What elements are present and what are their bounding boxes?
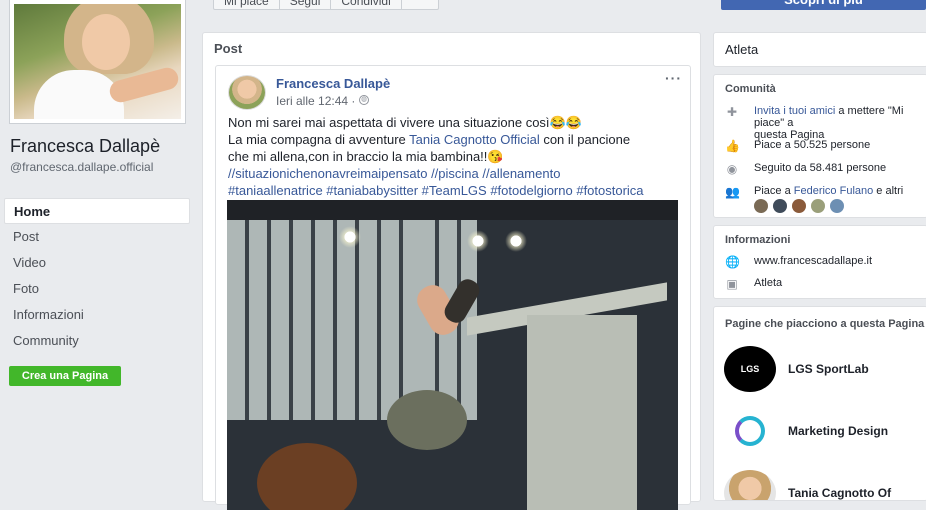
- post-line-text: con il pancione: [539, 132, 631, 147]
- profile-picture[interactable]: [9, 0, 186, 124]
- avatar[interactable]: [773, 199, 787, 213]
- post-line: che mi allena,con in braccio la mia bamb…: [228, 149, 504, 164]
- community-title[interactable]: Comunità: [725, 83, 776, 95]
- posts-section: Post Francesca Dallapè Ieri alle 12:44 ·…: [202, 32, 701, 510]
- globe-icon: ◍: [359, 95, 369, 105]
- avatar[interactable]: [811, 199, 825, 213]
- liked-page-item[interactable]: LGS LGS SportLab: [724, 346, 926, 392]
- page-nav: Home Post Video Foto Informazioni Commun…: [4, 198, 190, 354]
- category-row: ▣ Atleta: [725, 277, 926, 291]
- discover-more-button[interactable]: Scopri di più: [721, 0, 926, 10]
- liked-pages-title[interactable]: Pagine che piacciono a questa Pagina: [725, 318, 924, 330]
- friend-link[interactable]: Federico Fulano: [794, 185, 874, 197]
- friends-prefix: Piace a: [754, 185, 794, 197]
- avatar[interactable]: [830, 199, 844, 213]
- liked-pages-box: Pagine che piacciono a questa Pagina LGS…: [713, 306, 926, 501]
- nav-home[interactable]: Home: [4, 198, 190, 224]
- left-column: Francesca Dallapè @francesca.dallape.off…: [0, 0, 198, 495]
- diving-tower: [527, 315, 637, 510]
- page-handle[interactable]: @francesca.dallape.official: [10, 160, 190, 174]
- nav-community[interactable]: Community: [4, 328, 190, 354]
- invite-link[interactable]: Invita i tuoi amici: [754, 105, 835, 117]
- liked-page-name[interactable]: Marketing Design: [788, 424, 888, 438]
- post-card: Francesca Dallapè Ieri alle 12:44 · ◍ ··…: [215, 65, 691, 510]
- hashtag-links[interactable]: #taniaallenatrice #taniababysitter #Team…: [228, 182, 683, 199]
- thumbs-up-icon: 👍: [725, 139, 740, 153]
- community-box: Comunità ✚ Invita i tuoi amici a mettere…: [713, 74, 926, 218]
- followers-row: ◉ Seguito da 58.481 persone: [725, 162, 926, 176]
- liked-page-name[interactable]: LGS SportLab: [788, 362, 869, 376]
- mention-link[interactable]: Tania Cagnotto Official: [409, 132, 540, 147]
- author-avatar[interactable]: [228, 75, 266, 110]
- liked-page-name[interactable]: Tania Cagnotto Of: [788, 486, 891, 500]
- share-button[interactable]: Condividi: [331, 0, 402, 9]
- invite-text: Invita i tuoi amici a mettere "Mi piace"…: [754, 105, 926, 141]
- section-title: Post: [214, 41, 243, 56]
- profile-photo: [14, 4, 181, 119]
- category-icon: ▣: [726, 277, 738, 291]
- info-box: Informazioni 🌐 www.francescadallape.it ▣…: [713, 225, 926, 299]
- post-line: Non mi sarei mai aspettata di vivere una…: [228, 115, 582, 130]
- post-author[interactable]: Francesca Dallapè: [276, 76, 390, 91]
- post-photo[interactable]: [227, 200, 678, 510]
- nav-info[interactable]: Informazioni: [4, 302, 190, 328]
- create-page-button[interactable]: Crea una Pagina: [9, 366, 121, 386]
- post-line: La mia compagna di avventure Tania Cagno…: [228, 131, 683, 148]
- follow-button[interactable]: Segui: [280, 0, 332, 9]
- page-name: Francesca Dallapè: [10, 136, 161, 156]
- page-action-bar: Mi piace Segui Condividi: [213, 0, 439, 10]
- nav-photos[interactable]: Foto: [4, 276, 190, 302]
- liked-page-item[interactable]: Marketing Design: [724, 408, 926, 454]
- category-box: Atleta: [713, 32, 926, 67]
- nav-videos[interactable]: Video: [4, 250, 190, 276]
- friends-text: Piace a Federico Fulano e altri: [754, 185, 903, 199]
- category-link[interactable]: Atleta: [754, 277, 782, 291]
- like-page-button[interactable]: Mi piace: [214, 0, 280, 9]
- lgs-logo: LGS: [724, 346, 776, 392]
- friends-suffix: e altri: [873, 185, 904, 197]
- hashtag-links[interactable]: //situazionichenonavreimaipensato //pisc…: [228, 165, 683, 182]
- website-link[interactable]: www.francescadallape.it: [754, 255, 872, 269]
- post-line-text: La mia compagna di avventure: [228, 132, 410, 147]
- friend-avatars: [754, 199, 849, 213]
- avatar[interactable]: [792, 199, 806, 213]
- followers-count: Seguito da 58.481 persone: [754, 162, 887, 174]
- post-timestamp[interactable]: Ieri alle 12:44 ·: [276, 94, 355, 108]
- more-actions-button[interactable]: [402, 0, 438, 9]
- tania-avatar: [724, 470, 776, 500]
- liked-page-item[interactable]: Tania Cagnotto Of: [724, 470, 926, 500]
- invite-row: ✚ Invita i tuoi amici a mettere "Mi piac…: [725, 105, 926, 141]
- follow-icon: ◉: [726, 162, 738, 176]
- website-row: 🌐 www.francescadallape.it: [725, 255, 926, 269]
- friends-icon: 👥: [725, 185, 740, 199]
- info-title[interactable]: Informazioni: [725, 234, 790, 246]
- post-text: Non mi sarei mai aspettata di vivere una…: [228, 114, 683, 199]
- avatar[interactable]: [754, 199, 768, 213]
- likes-count: Piace a 50.525 persone: [754, 139, 871, 151]
- post-options-icon[interactable]: ···: [665, 70, 682, 86]
- marketing-logo: [724, 408, 776, 454]
- page-category[interactable]: Atleta: [725, 42, 758, 57]
- likes-row: 👍 Piace a 50.525 persone: [725, 139, 926, 153]
- window: [227, 220, 417, 420]
- invite-icon: ✚: [726, 105, 738, 119]
- globe-icon: 🌐: [725, 255, 740, 269]
- nav-posts[interactable]: Post: [4, 224, 190, 250]
- friends-row: 👥 Piace a Federico Fulano e altri: [725, 185, 926, 199]
